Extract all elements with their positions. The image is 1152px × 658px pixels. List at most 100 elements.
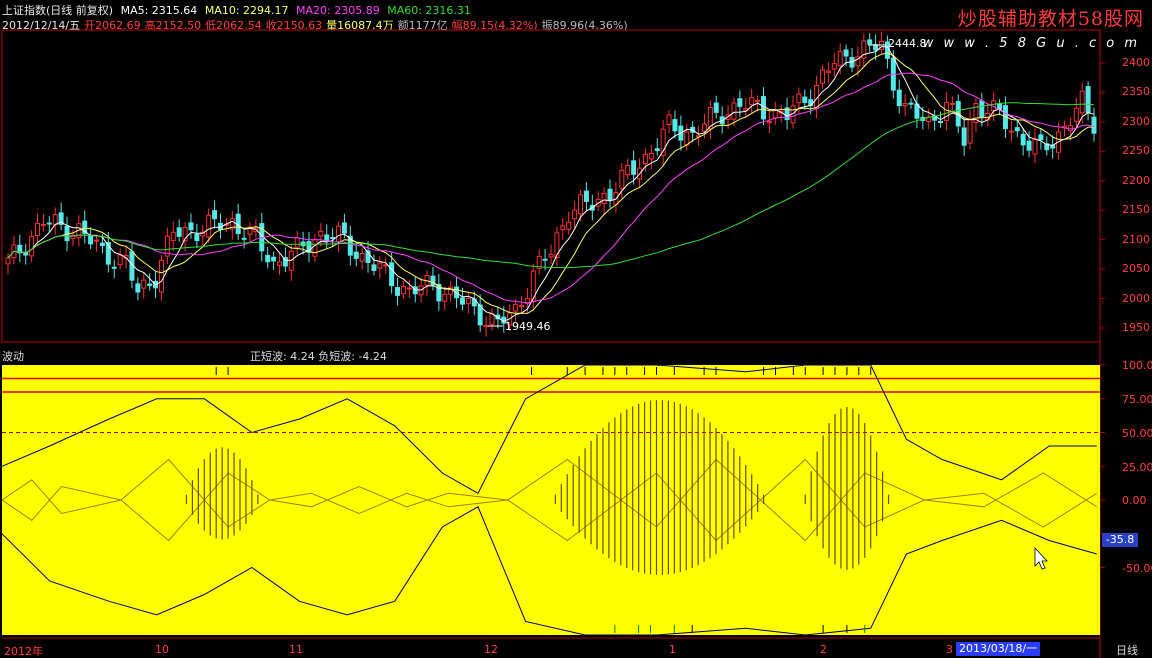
candle-body — [820, 69, 825, 84]
x-axis-label: 11 — [289, 643, 303, 656]
candle-body — [713, 102, 719, 113]
candle-body — [35, 222, 41, 236]
candle-body — [147, 283, 153, 286]
candle-body — [277, 261, 282, 266]
candle-body — [554, 232, 560, 258]
candle-body — [312, 239, 318, 257]
candle-body — [188, 222, 194, 231]
candle-body — [760, 96, 766, 120]
candle-body — [442, 293, 448, 302]
ma10-line — [7, 52, 1095, 314]
candle-body — [949, 102, 955, 105]
indicator-tick: 75.00 — [1122, 393, 1152, 406]
price-tick: 2150 — [1122, 203, 1150, 216]
candle-body — [117, 254, 123, 266]
candle-body — [318, 230, 324, 237]
candle-body — [938, 121, 944, 124]
candle-body — [271, 256, 277, 262]
candle-body — [324, 234, 330, 242]
candle-body — [867, 39, 873, 45]
candle-body — [731, 102, 737, 120]
indicator-tick: 0.00 — [1122, 494, 1147, 507]
candle-body — [1079, 90, 1085, 114]
candle-body — [212, 210, 218, 220]
candle-body — [135, 283, 141, 293]
candle-body — [1032, 138, 1038, 155]
candle-body — [961, 127, 967, 146]
candle-body — [837, 51, 843, 67]
price-tick: 2400 — [1122, 56, 1150, 69]
price-tick: 2350 — [1122, 85, 1150, 98]
indicator-tick: 50.00 — [1122, 427, 1152, 440]
candle-body — [483, 325, 489, 328]
candle-body — [607, 188, 613, 201]
high-annotation: 2444.8 — [888, 37, 927, 50]
indicator-tick: 25.00 — [1122, 461, 1152, 474]
candle-body — [943, 101, 949, 121]
candle-body — [902, 103, 908, 107]
low-annotation: 1949.46 — [505, 320, 551, 333]
candle-body — [46, 222, 52, 225]
x-axis-label: 3 — [946, 643, 953, 656]
price-tick: 2000 — [1122, 292, 1150, 305]
candle-body — [967, 119, 973, 144]
price-tick: 2250 — [1122, 144, 1150, 157]
candle-body — [5, 257, 11, 265]
candle-body — [194, 233, 200, 242]
candle-body — [294, 237, 300, 248]
candle-body — [631, 160, 637, 175]
candle-body — [749, 97, 755, 106]
indicator-tick: -50.00 — [1122, 562, 1152, 575]
candle-body — [359, 253, 365, 262]
indicator-values: 正短波: 4.24 负短波: -4.24 — [250, 350, 387, 363]
candle-body — [141, 279, 147, 289]
candle-body — [111, 266, 117, 269]
candle-body — [578, 194, 584, 215]
candle-body — [459, 297, 465, 305]
candle-body — [654, 148, 660, 152]
candle-body — [1020, 133, 1026, 146]
chart-canvas[interactable] — [0, 0, 1152, 658]
candle-body — [684, 131, 690, 146]
candle-body — [489, 313, 495, 325]
price-tick: 2100 — [1122, 233, 1150, 246]
candle-body — [808, 99, 814, 107]
candle-body — [642, 153, 648, 165]
candle-body — [625, 164, 631, 176]
candle-body — [542, 258, 548, 261]
stock-chart-window: 上证指数(日线 前复权) MA5: 2315.64 MA10: 2294.17 … — [0, 0, 1152, 658]
candle-body — [648, 152, 654, 160]
indicator-tick: 100.0 — [1122, 359, 1152, 372]
candle-body — [831, 63, 837, 70]
candle-body — [518, 305, 524, 308]
candle-body — [843, 49, 849, 57]
ma60-line — [7, 102, 1095, 269]
candle-body — [389, 262, 395, 287]
candle-body — [265, 254, 271, 263]
period-selector[interactable]: 日线 — [1116, 642, 1138, 658]
current-indicator-value: -35.8 — [1102, 533, 1138, 547]
candle-body — [908, 102, 914, 105]
price-pane-frame — [1, 29, 1101, 343]
candle-body — [766, 121, 772, 124]
candle-body — [572, 209, 578, 220]
price-tick: 2050 — [1122, 262, 1150, 275]
candle-body — [395, 286, 401, 296]
candle-body — [353, 251, 359, 259]
candle-body — [755, 99, 761, 103]
candle-body — [601, 192, 607, 205]
candle-body — [29, 235, 35, 257]
candle-body — [666, 114, 672, 125]
x-axis-label: 10 — [155, 643, 169, 656]
candle-body — [88, 235, 94, 245]
price-tick: 1950 — [1122, 321, 1150, 334]
candle-body — [341, 222, 347, 234]
price-tick: 2200 — [1122, 174, 1150, 187]
candle-body — [158, 259, 164, 293]
crosshair-date: 2013/03/18/一 — [956, 642, 1041, 656]
candle-body — [1008, 130, 1014, 133]
candle-body — [1073, 107, 1079, 122]
x-axis-label: 12 — [484, 643, 498, 656]
candle-body — [560, 225, 566, 231]
candle-body — [241, 237, 247, 240]
